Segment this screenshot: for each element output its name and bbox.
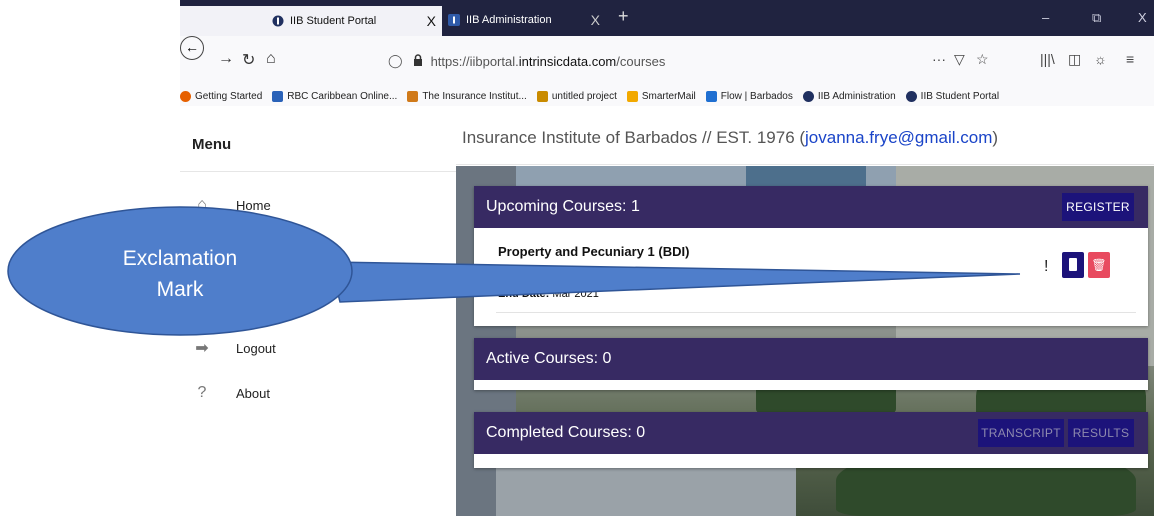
active-courses-header: Active Courses: 0: [474, 338, 1148, 380]
url-path: /courses: [616, 53, 666, 69]
shield-icon[interactable]: ◯: [388, 53, 403, 69]
mail-icon: [626, 90, 638, 102]
minimize-button[interactable]: –: [1042, 10, 1049, 25]
restore-button[interactable]: ⧉: [1092, 10, 1101, 26]
rbc-icon: [272, 90, 284, 102]
tab-label: IIB Student Portal: [290, 15, 377, 27]
bookmark-untitled-project[interactable]: untitled project: [536, 90, 617, 102]
tab-administration[interactable]: IIB Administration X: [442, 4, 604, 36]
divider: [180, 171, 456, 172]
close-tab-icon[interactable]: X: [591, 12, 600, 28]
callout-label: Exclamation Mark: [122, 247, 238, 301]
results-button[interactable]: RESULTS: [1068, 419, 1134, 447]
firefox-icon: [180, 90, 191, 102]
nav-bar: ← → ↻ ⌂ ◯ https://iibportal. intrinsicdat…: [180, 36, 1154, 86]
address-bar[interactable]: ◯ https://iibportal. intrinsicdata.com/co…: [388, 50, 988, 72]
page-content: Menu ⌂ Home ➡ Logout ? About Insurance I…: [180, 106, 1154, 516]
tab-bar: IIB Student Portal X IIB Administration …: [180, 0, 1154, 36]
browser-window: IIB Student Portal X IIB Administration …: [180, 0, 1154, 516]
menu-icon[interactable]: ≡: [1126, 51, 1134, 67]
clipboard-icon: [1069, 258, 1077, 271]
upcoming-courses-card: Upcoming Courses: 1 REGISTER Property an…: [474, 186, 1148, 326]
back-button[interactable]: ←: [180, 36, 204, 60]
account-icon[interactable]: ☼: [1094, 51, 1107, 67]
flow-icon: [705, 90, 717, 102]
pocket-icon[interactable]: ▽: [954, 51, 965, 68]
exclamation-mark-icon[interactable]: !: [1044, 258, 1048, 276]
sidebar-item-label: About: [236, 385, 270, 401]
institute-icon: [407, 90, 419, 102]
completed-courses-card: Completed Courses: 0 TRANSCRIPT RESULTS: [474, 412, 1148, 468]
bookmark-star-icon[interactable]: ☆: [976, 51, 989, 68]
bookmark-rbc[interactable]: RBC Caribbean Online...: [272, 90, 397, 102]
forward-button[interactable]: →: [218, 50, 234, 68]
register-button[interactable]: REGISTER: [1062, 193, 1134, 221]
home-button[interactable]: ⌂: [266, 50, 276, 68]
iib-logo-icon: [448, 14, 460, 26]
active-courses-heading: Active Courses: 0: [486, 350, 612, 367]
url-prefix: https://iibportal.: [430, 53, 519, 69]
trash-icon: 🗑: [1091, 258, 1107, 272]
completed-courses-heading: Completed Courses: 0: [486, 424, 646, 441]
tab-label: IIB Administration: [466, 14, 552, 26]
sidebar-item-logout[interactable]: ➡ Logout: [192, 338, 276, 358]
iib-logo-icon: [802, 90, 814, 102]
clipboard-button[interactable]: [1062, 252, 1084, 278]
active-courses-card: Active Courses: 0: [474, 338, 1148, 390]
course-end-date: End Date: Mar 2021: [498, 288, 599, 300]
transcript-button[interactable]: TRANSCRIPT: [978, 419, 1064, 447]
sidebar-toggle-icon[interactable]: ◫: [1068, 51, 1081, 68]
sidebar-item-home[interactable]: ⌂ Home: [192, 196, 271, 214]
divider: [496, 312, 1136, 313]
new-tab-button[interactable]: +: [618, 6, 629, 27]
url-domain: intrinsicdata.com: [518, 53, 617, 69]
close-tab-icon[interactable]: X: [427, 13, 436, 29]
bookmark-iib-administration[interactable]: IIB Administration: [802, 90, 896, 102]
user-email-link[interactable]: jovanna.frye@gmail.com: [805, 128, 992, 147]
sidebar: Menu ⌂ Home ➡ Logout ? About: [180, 106, 456, 516]
delete-button[interactable]: 🗑: [1088, 252, 1110, 278]
completed-courses-header: Completed Courses: 0 TRANSCRIPT RESULTS: [474, 412, 1148, 454]
reload-button[interactable]: ↻: [242, 50, 255, 70]
sidebar-item-label: Logout: [236, 340, 276, 356]
iib-logo-icon: [905, 90, 917, 102]
sidebar-item-about[interactable]: ? About: [192, 384, 270, 402]
project-icon: [536, 90, 548, 102]
divider: [456, 164, 1154, 165]
close-window-button[interactable]: X: [1138, 10, 1147, 25]
page-actions-menu-icon[interactable]: ···: [932, 51, 946, 67]
logout-icon: ➡: [195, 340, 209, 357]
bookmark-flow[interactable]: Flow | Barbados: [705, 90, 793, 102]
tab-student-portal[interactable]: IIB Student Portal X: [180, 6, 442, 36]
bookmark-insurance-institute[interactable]: The Insurance Institut...: [407, 90, 527, 102]
upcoming-courses-header: Upcoming Courses: 1 REGISTER: [474, 186, 1148, 228]
library-icon[interactable]: |||\: [1040, 51, 1055, 67]
sidebar-item-label: Home: [236, 197, 271, 213]
iib-logo-icon: [272, 15, 284, 27]
help-icon: ?: [197, 384, 207, 401]
page-title: Insurance Institute of Barbados // EST. …: [462, 128, 999, 147]
bookmark-smartermail[interactable]: SmarterMail: [626, 90, 696, 102]
course-name: Property and Pecuniary 1 (BDI): [498, 244, 690, 259]
home-icon: ⌂: [197, 196, 207, 213]
upcoming-courses-heading: Upcoming Courses: 1: [486, 198, 640, 215]
lock-icon[interactable]: [413, 53, 423, 69]
bookmark-getting-started[interactable]: Getting Started: [180, 90, 262, 102]
bookmark-iib-student-portal[interactable]: IIB Student Portal: [905, 90, 999, 102]
bookmarks-bar: Getting Started RBC Caribbean Online... …: [180, 86, 1154, 106]
menu-title: Menu: [192, 136, 232, 153]
